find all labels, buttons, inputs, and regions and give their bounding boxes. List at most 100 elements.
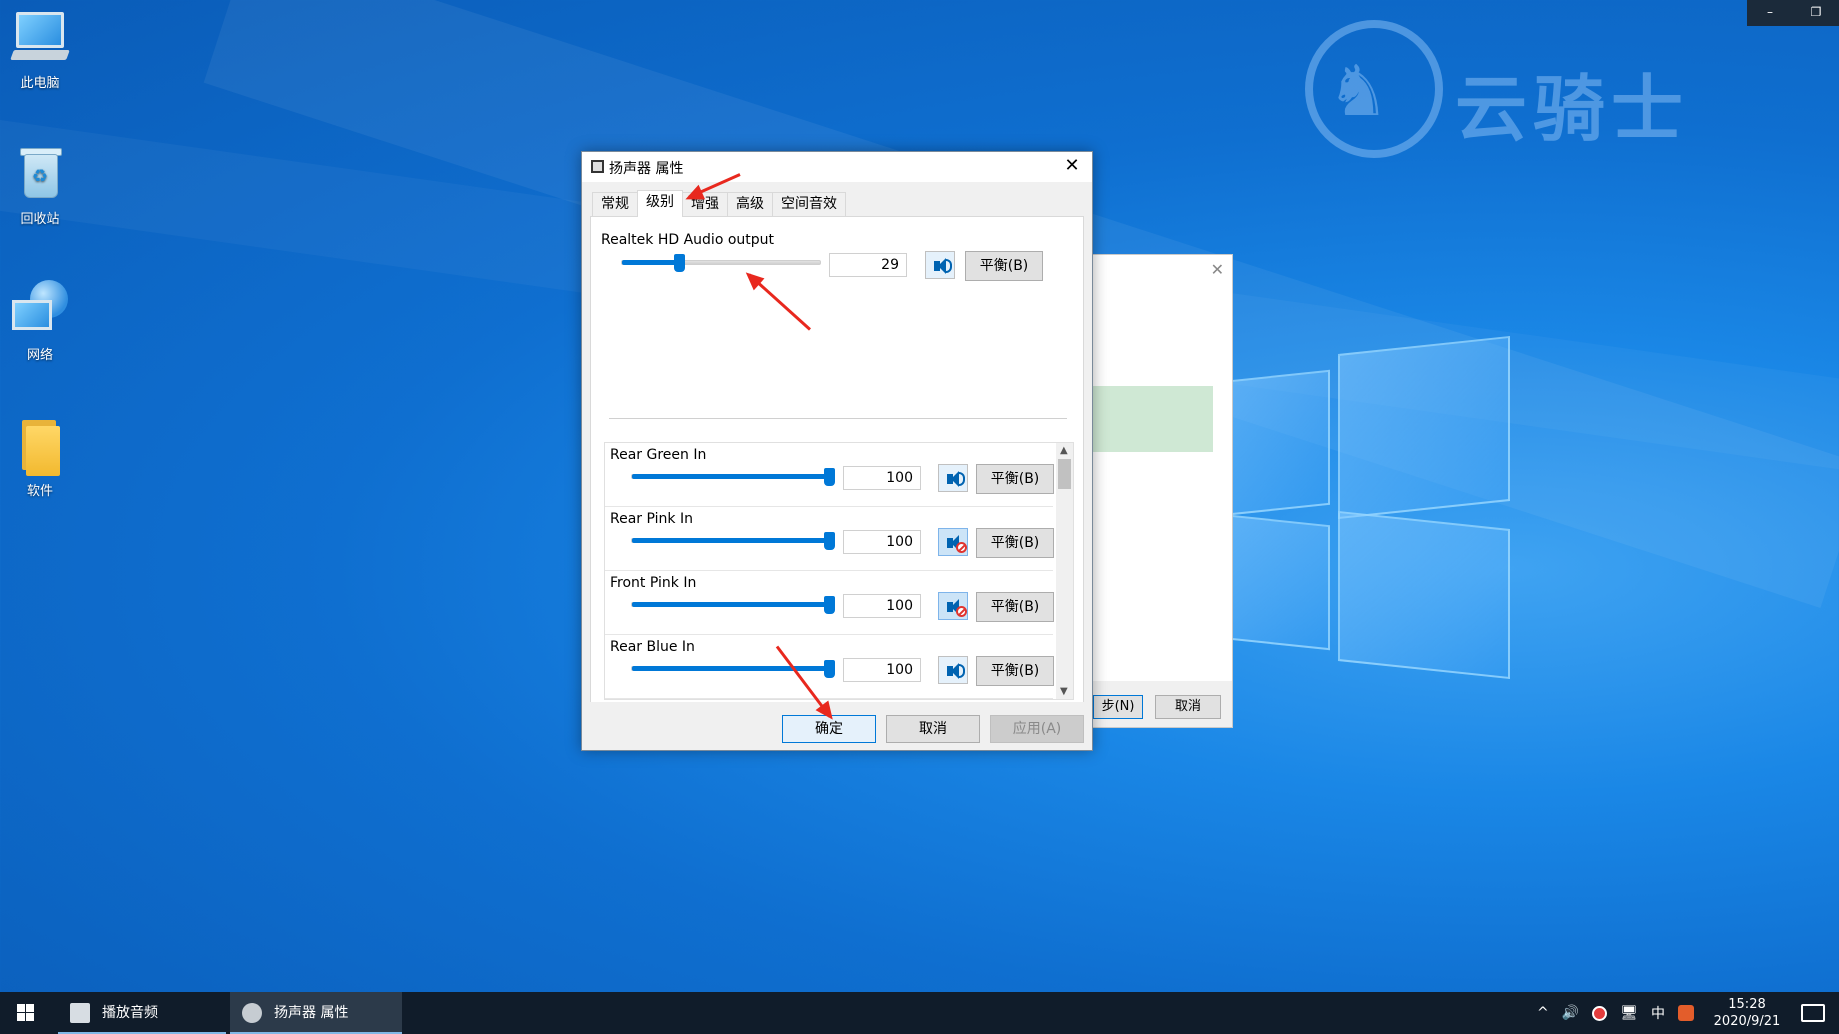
balance-button[interactable]: 平衡(B) (965, 251, 1043, 281)
taskbar-item-label: 扬声器 属性 (274, 1005, 349, 1021)
desktop-icon-recycle-bin[interactable]: ♻ 回收站 (0, 142, 80, 227)
scrollbar-thumb[interactable] (1058, 459, 1071, 489)
tray-chevron-icon[interactable]: ^ (1537, 1005, 1549, 1021)
clock-date: 2020/9/21 (1713, 1014, 1781, 1029)
volume-value[interactable]: 100 (843, 530, 921, 554)
volume-slider[interactable] (631, 660, 835, 678)
windows-logo-wallpaper (1230, 335, 1510, 690)
list-item: Front Pink In 100 平衡(B) (605, 571, 1054, 635)
top-window-controls: – ❐ (1747, 0, 1839, 26)
speaker-mute-toggle[interactable] (938, 464, 968, 492)
ime-mode-indicator[interactable]: 中 (1651, 1003, 1665, 1023)
slider-thumb[interactable] (674, 254, 685, 272)
selected-item-highlight (1093, 386, 1213, 452)
output-device-group: Realtek HD Audio output 29 平衡(B) (601, 227, 1051, 307)
dialog-titlebar[interactable]: 扬声器 属性 ✕ (582, 152, 1092, 182)
balance-button[interactable]: 平衡(B) (976, 592, 1054, 622)
input-label: Front Pink In (610, 575, 697, 591)
tab-advanced[interactable]: 高级 (727, 192, 773, 216)
slider-thumb[interactable] (824, 468, 835, 486)
system-tray: ^ 🔊 🖥 中 15:28 2020/9/21 (1537, 992, 1839, 1034)
taskbar-item-speaker-properties[interactable]: 扬声器 属性 (230, 992, 402, 1034)
taskbar-item-label: 播放音频 (102, 1005, 158, 1021)
list-item: Rear Pink In 100 平衡(B) (605, 507, 1054, 571)
close-icon[interactable]: ✕ (1211, 260, 1224, 279)
background-dialog: ✕ 步(N) 取消 (1092, 254, 1233, 728)
volume-icon[interactable]: 🔊 (1562, 1005, 1579, 1021)
levels-panel: Realtek HD Audio output 29 平衡(B) Rear Gr… (590, 216, 1084, 703)
taskbar-item-play-audio[interactable]: 播放音频 (58, 992, 226, 1034)
slider-thumb[interactable] (824, 596, 835, 614)
minimize-button[interactable]: – (1747, 0, 1793, 26)
balance-button[interactable]: 平衡(B) (976, 528, 1054, 558)
list-item: Rear Blue In 100 平衡(B) (605, 635, 1054, 699)
balance-button[interactable]: 平衡(B) (976, 656, 1054, 686)
speaker-muted-toggle[interactable] (938, 528, 968, 556)
slider-thumb[interactable] (824, 532, 835, 550)
desktop-icon-network[interactable]: 网络 (0, 278, 80, 363)
restore-button[interactable]: ❐ (1793, 0, 1839, 26)
balance-button[interactable]: 平衡(B) (976, 464, 1054, 494)
tab-levels[interactable]: 级别 (637, 190, 683, 217)
start-button[interactable] (0, 992, 50, 1034)
desktop-icon-this-pc[interactable]: 此电脑 (0, 6, 80, 91)
input-label: Rear Blue In (610, 639, 695, 655)
network-icon (12, 300, 52, 330)
volume-slider[interactable] (631, 468, 835, 486)
tab-general[interactable]: 常规 (592, 192, 638, 216)
network-icon[interactable]: 🖥 (1620, 1005, 1638, 1021)
list-item: Rear Green In 100 平衡(B) (605, 443, 1054, 507)
scroll-down-icon[interactable]: ▼ (1060, 686, 1068, 697)
desktop-icon-label: 回收站 (20, 212, 60, 227)
input-method-icon[interactable] (1678, 1005, 1694, 1021)
input-devices-list: Rear Green In 100 平衡(B) Rear Pink In 100 (604, 442, 1074, 700)
list-scrollbar[interactable]: ▲ ▼ (1056, 443, 1073, 699)
speaker-icon (242, 1003, 262, 1023)
desktop-icon-label: 此电脑 (20, 76, 60, 91)
dialog-title: 扬声器 属性 (609, 161, 684, 177)
scroll-up-icon[interactable]: ▲ (1060, 445, 1068, 456)
dialog-footer: 确定 取消 应用(A) (582, 702, 1092, 750)
tab-bar: 常规 级别 增强 高级 空间音效 (592, 190, 846, 217)
desktop-icon-label: 网络 (26, 348, 53, 363)
speaker-muted-toggle[interactable] (938, 592, 968, 620)
cancel-button[interactable]: 取消 (1155, 695, 1221, 719)
volume-value[interactable]: 100 (843, 466, 921, 490)
clock-time: 15:28 (1728, 997, 1766, 1012)
volume-value[interactable]: 29 (829, 253, 907, 277)
volume-slider[interactable] (631, 532, 835, 550)
app-icon (70, 1003, 90, 1023)
speaker-icon (591, 160, 604, 173)
tab-spatial-sound[interactable]: 空间音效 (772, 192, 846, 216)
folder-icon (26, 426, 60, 476)
separator (609, 418, 1067, 419)
input-label: Rear Green In (610, 447, 707, 463)
volume-slider[interactable] (631, 596, 835, 614)
next-button[interactable]: 步(N) (1093, 695, 1143, 719)
apply-button[interactable]: 应用(A) (990, 715, 1084, 743)
volume-value[interactable]: 100 (843, 658, 921, 682)
computer-icon (16, 12, 64, 48)
volume-slider[interactable] (621, 254, 821, 272)
speaker-mute-toggle[interactable] (938, 656, 968, 684)
desktop-icon-software-folder[interactable]: 软件 (0, 414, 80, 499)
clock[interactable]: 15:28 2020/9/21 (1707, 996, 1787, 1030)
watermark-logo: ♞ 云骑士 (1305, 5, 1775, 158)
taskbar: 播放音频 扬声器 属性 ^ 🔊 🖥 中 15:28 2020/9/21 (0, 992, 1839, 1034)
windows-start-icon (17, 1004, 25, 1012)
speaker-mute-toggle[interactable] (925, 251, 955, 279)
speaker-properties-dialog: 扬声器 属性 ✕ 常规 级别 增强 高级 空间音效 Realtek HD Aud… (581, 151, 1093, 751)
record-icon[interactable] (1592, 1005, 1608, 1021)
notification-center-icon[interactable] (1801, 1004, 1825, 1022)
watermark-text: 云骑士 (1455, 67, 1690, 151)
input-label: Rear Pink In (610, 511, 693, 527)
desktop-icon-label: 软件 (26, 484, 53, 499)
muted-icon (956, 606, 967, 617)
close-button[interactable]: ✕ (1052, 152, 1092, 182)
slider-thumb[interactable] (824, 660, 835, 678)
knight-horse-icon: ♞ (1327, 50, 1390, 132)
cancel-button[interactable]: 取消 (886, 715, 980, 743)
muted-icon (956, 542, 967, 553)
device-label: Realtek HD Audio output (601, 232, 775, 248)
volume-value[interactable]: 100 (843, 594, 921, 618)
